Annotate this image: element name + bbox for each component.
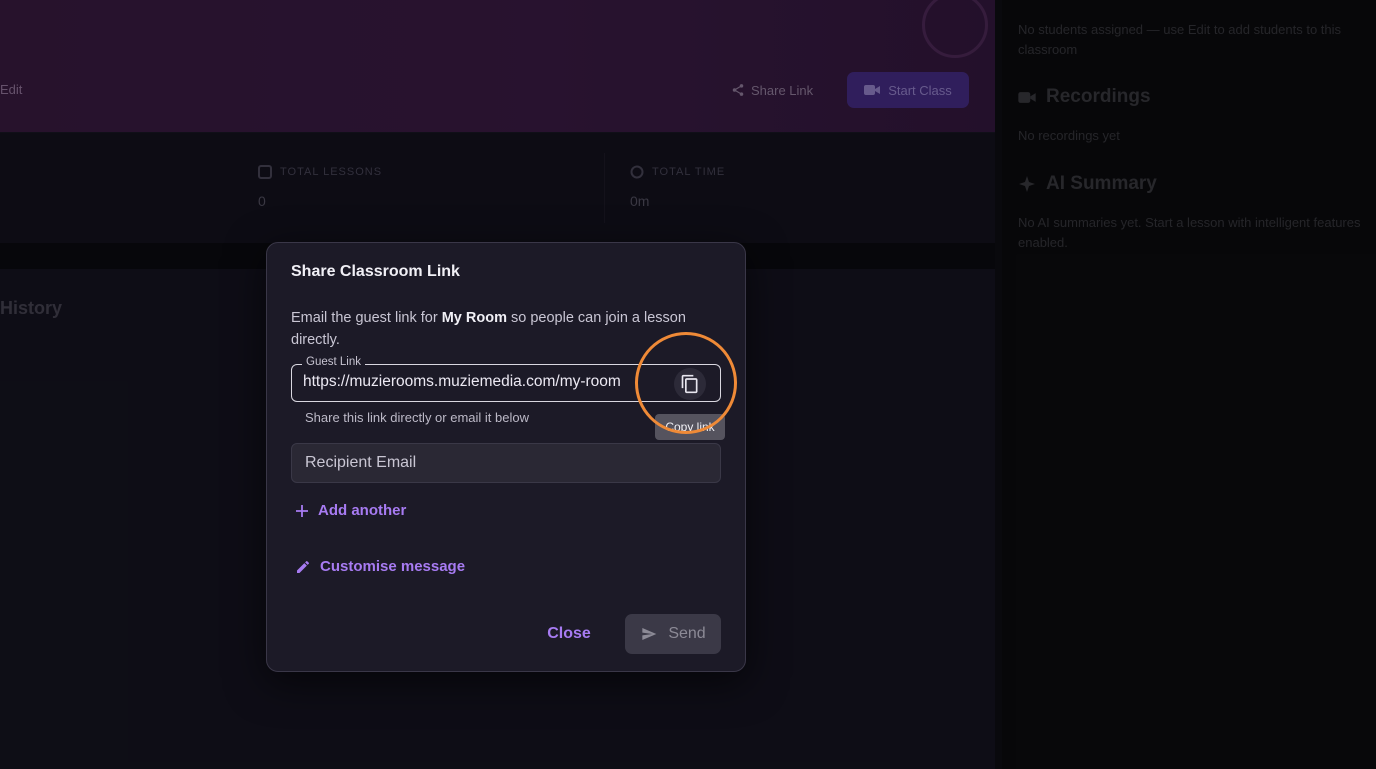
dialog-description: Email the guest link for My Room so peop… (291, 307, 731, 351)
dialog-title: Share Classroom Link (291, 263, 460, 280)
recipient-email-input[interactable] (292, 444, 720, 482)
share-classroom-dialog: Share Classroom Link Email the guest lin… (266, 242, 746, 672)
copy-icon (681, 374, 698, 394)
guest-link-helper-text: Share this link directly or email it bel… (305, 410, 529, 425)
send-label: Send (668, 625, 706, 642)
description-prefix: Email the guest link for (291, 310, 442, 326)
close-button[interactable]: Close (529, 615, 609, 653)
customise-message-label: Customise message (320, 558, 466, 575)
copy-link-button[interactable] (674, 368, 706, 400)
add-another-label: Add another (318, 502, 407, 519)
recipient-email-field[interactable] (291, 443, 721, 483)
pencil-icon (297, 560, 310, 573)
guest-link-label: Guest Link (302, 356, 365, 368)
guest-link-value[interactable]: https://muzierooms.muziemedia.com/my-roo… (303, 373, 655, 391)
send-icon (642, 628, 657, 640)
guest-link-field[interactable]: Guest Link https://muzierooms.muziemedia… (291, 356, 721, 402)
send-button[interactable]: Send (625, 614, 721, 654)
plus-icon (296, 504, 308, 517)
add-another-button[interactable]: Add another (295, 502, 406, 519)
customise-message-button[interactable]: Customise message (295, 558, 465, 575)
room-name: My Room (441, 310, 507, 326)
copy-link-tooltip: Copy link (655, 414, 725, 440)
